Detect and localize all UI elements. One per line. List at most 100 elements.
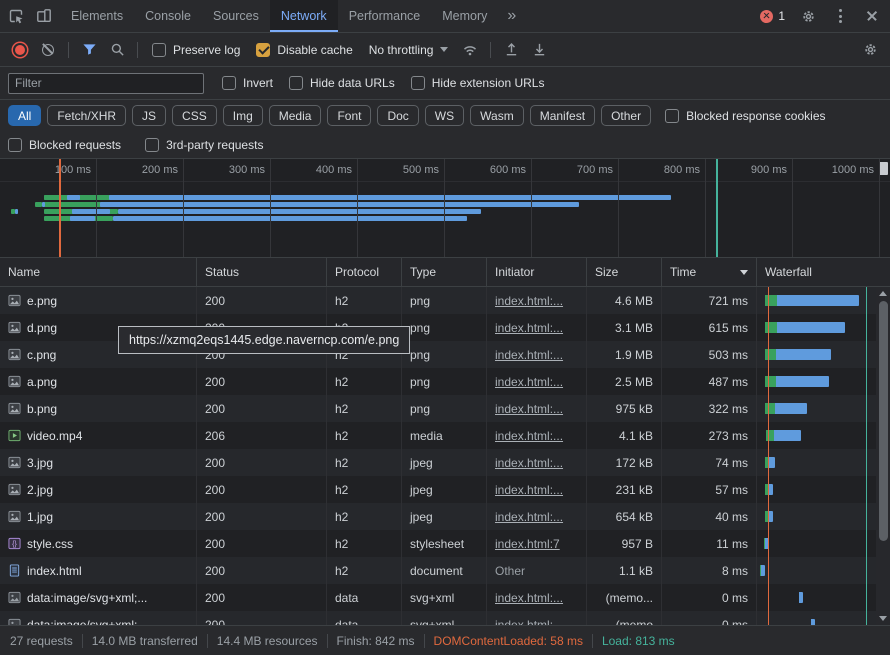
blocked-requests-checkbox[interactable]: Blocked requests xyxy=(8,138,121,152)
filter-bar: Invert Hide data URLs Hide extension URL… xyxy=(0,67,890,100)
blocked-response-cookies-checkbox[interactable]: Blocked response cookies xyxy=(665,109,825,123)
request-size: 4.1 kB xyxy=(587,422,662,449)
filter-chip-js[interactable]: JS xyxy=(132,105,166,126)
request-type: png xyxy=(402,395,487,422)
request-protocol: h2 xyxy=(327,395,402,422)
request-type: media xyxy=(402,422,487,449)
request-initiator-link[interactable]: index.html:... xyxy=(495,402,563,416)
table-row[interactable]: data:image/svg+xml;... 200 data svg+xml … xyxy=(0,584,890,611)
overview-scroll-handle[interactable] xyxy=(879,162,888,175)
request-initiator-link[interactable]: index.html:... xyxy=(495,456,563,470)
toggle-device-toolbar-button[interactable] xyxy=(30,3,58,30)
filter-chip-fetchxhr[interactable]: Fetch/XHR xyxy=(47,105,126,126)
column-header-protocol[interactable]: Protocol xyxy=(327,258,402,286)
scrollbar-thumb[interactable] xyxy=(879,301,888,541)
network-settings-button[interactable] xyxy=(856,36,884,63)
column-header-name[interactable]: Name xyxy=(0,258,197,286)
console-error-badge[interactable]: 1 xyxy=(755,9,790,23)
hide-extension-urls-checkbox[interactable]: Hide extension URLs xyxy=(411,76,545,90)
url-tooltip: https://xzmq2eqs1445.edge.naverncp.com/e… xyxy=(118,326,410,354)
devtools-settings-button[interactable] xyxy=(794,3,822,30)
third-party-requests-checkbox[interactable]: 3rd-party requests xyxy=(145,138,263,152)
request-initiator-link[interactable]: index.html:... xyxy=(495,618,563,626)
request-time: 8 ms xyxy=(662,557,757,584)
table-row[interactable]: a.png 200 h2 png index.html:... 2.5 MB 4… xyxy=(0,368,890,395)
more-tabs-button[interactable]: » xyxy=(498,0,525,32)
request-initiator-link[interactable]: index.html:... xyxy=(495,294,563,308)
table-row[interactable]: e.png 200 h2 png index.html:... 4.6 MB 7… xyxy=(0,287,890,314)
request-initiator-link[interactable]: index.html:... xyxy=(495,348,563,362)
filter-chip-img[interactable]: Img xyxy=(223,105,263,126)
request-time: 40 ms xyxy=(662,503,757,530)
column-header-initiator[interactable]: Initiator xyxy=(487,258,587,286)
export-har-button[interactable] xyxy=(525,36,553,63)
filter-chip-media[interactable]: Media xyxy=(269,105,322,126)
hide-data-urls-label: Hide data URLs xyxy=(310,76,395,90)
request-name: 1.jpg xyxy=(27,510,53,524)
record-network-log-button[interactable] xyxy=(6,36,34,63)
request-initiator-link[interactable]: index.html:7 xyxy=(495,537,560,551)
request-initiator-link[interactable]: index.html:... xyxy=(495,375,563,389)
request-initiator-link[interactable]: index.html:... xyxy=(495,510,563,524)
throttling-select[interactable]: No throttling xyxy=(369,43,449,57)
request-name: b.png xyxy=(27,402,57,416)
preserve-log-checkbox[interactable]: Preserve log xyxy=(152,43,240,57)
filter-chip-manifest[interactable]: Manifest xyxy=(530,105,595,126)
tab-network[interactable]: Network xyxy=(270,0,338,32)
tab-console[interactable]: Console xyxy=(134,0,202,32)
request-protocol: h2 xyxy=(327,287,402,314)
request-type: png xyxy=(402,341,487,368)
filter-chip-doc[interactable]: Doc xyxy=(377,105,418,126)
filter-input[interactable] xyxy=(8,73,204,94)
search-network-button[interactable] xyxy=(103,36,131,63)
filter-chip-font[interactable]: Font xyxy=(327,105,371,126)
disable-cache-checkbox[interactable]: Disable cache xyxy=(256,43,352,57)
table-row[interactable]: 1.jpg 200 h2 jpeg index.html:... 654 kB … xyxy=(0,503,890,530)
filter-chip-wasm[interactable]: Wasm xyxy=(470,105,524,126)
waterfall-dl-bar xyxy=(777,295,859,306)
request-time: 0 ms xyxy=(662,611,757,625)
filter-chip-ws[interactable]: WS xyxy=(425,105,464,126)
hide-data-urls-checkbox[interactable]: Hide data URLs xyxy=(289,76,395,90)
column-header-waterfall[interactable]: Waterfall xyxy=(757,258,890,286)
checkbox-box xyxy=(665,109,679,123)
request-initiator-link[interactable]: index.html:... xyxy=(495,483,563,497)
tab-performance[interactable]: Performance xyxy=(338,0,432,32)
invert-checkbox[interactable]: Invert xyxy=(222,76,273,90)
scroll-down-icon[interactable] xyxy=(879,616,887,621)
column-header-time[interactable]: Time xyxy=(662,258,757,286)
column-header-size[interactable]: Size xyxy=(587,258,662,286)
table-row[interactable]: {} style.css 200 h2 stylesheet index.htm… xyxy=(0,530,890,557)
vertical-scrollbar[interactable] xyxy=(876,287,890,625)
table-row[interactable]: b.png 200 h2 png index.html:... 975 kB 3… xyxy=(0,395,890,422)
request-status: 200 xyxy=(197,287,327,314)
filter-toggle-button[interactable] xyxy=(75,36,103,63)
request-initiator-link[interactable]: index.html:... xyxy=(495,591,563,605)
overview[interactable]: 100 ms200 ms300 ms400 ms500 ms600 ms700 … xyxy=(0,159,890,258)
table-row[interactable]: index.html 200 h2 document Other 1.1 kB … xyxy=(0,557,890,584)
overview-tick-label: 1000 ms xyxy=(832,164,879,176)
table-row[interactable]: 3.jpg 200 h2 jpeg index.html:... 172 kB … xyxy=(0,449,890,476)
inspect-element-button[interactable] xyxy=(2,3,30,30)
import-har-button[interactable] xyxy=(497,36,525,63)
devtools-menu-button[interactable] xyxy=(826,3,854,30)
request-name: video.mp4 xyxy=(27,429,82,443)
request-initiator-link[interactable]: index.html:... xyxy=(495,429,563,443)
request-initiator-link[interactable]: index.html:... xyxy=(495,321,563,335)
table-row[interactable]: 2.jpg 200 h2 jpeg index.html:... 231 kB … xyxy=(0,476,890,503)
table-row[interactable]: video.mp4 206 h2 media index.html:... 4.… xyxy=(0,422,890,449)
column-header-type[interactable]: Type xyxy=(402,258,487,286)
network-conditions-button[interactable] xyxy=(456,36,484,63)
column-header-status[interactable]: Status xyxy=(197,258,327,286)
filter-chip-other[interactable]: Other xyxy=(601,105,651,126)
tab-elements[interactable]: Elements xyxy=(60,0,134,32)
filter-chip-all[interactable]: All xyxy=(8,105,41,126)
scroll-up-icon[interactable] xyxy=(879,291,887,296)
tab-memory[interactable]: Memory xyxy=(431,0,498,32)
filter-chip-css[interactable]: CSS xyxy=(172,105,217,126)
close-devtools-button[interactable] xyxy=(858,3,886,30)
chevron-down-icon xyxy=(440,47,448,52)
clear-network-log-button[interactable] xyxy=(34,36,62,63)
tab-sources[interactable]: Sources xyxy=(202,0,270,32)
table-row[interactable]: data:image/svg+xml;... 200 data svg+xml … xyxy=(0,611,890,625)
